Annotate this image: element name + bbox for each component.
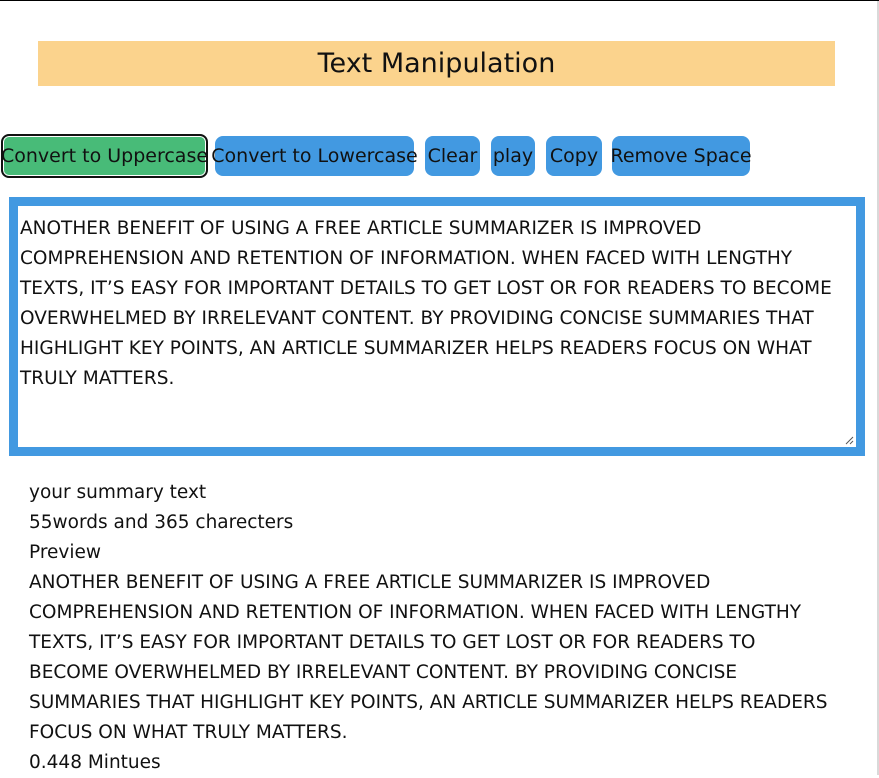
- preview-text: ANOTHER BENEFIT OF USING A FREE ARTICLE …: [29, 572, 828, 743]
- resize-grip-icon[interactable]: [844, 435, 854, 445]
- page: Text Manipulation Convert to Uppercase C…: [0, 0, 879, 775]
- text-editor-frame: ANOTHER BENEFIT OF USING A FREE ARTICLE …: [9, 197, 865, 456]
- text-editor-value[interactable]: ANOTHER BENEFIT OF USING A FREE ARTICLE …: [20, 218, 832, 389]
- convert-lowercase-button[interactable]: Convert to Lowercase: [211, 136, 418, 176]
- text-editor[interactable]: ANOTHER BENEFIT OF USING A FREE ARTICLE …: [18, 206, 856, 447]
- clear-button[interactable]: Clear: [425, 136, 480, 176]
- preview-label: Preview: [29, 542, 102, 563]
- word-char-count: 55words and 365 charecters: [29, 512, 294, 533]
- convert-uppercase-button[interactable]: Convert to Uppercase: [1, 134, 208, 178]
- page-title-text: Text Manipulation: [317, 48, 556, 79]
- summary-panel: your summary text 55words and 365 charec…: [29, 478, 829, 778]
- page-title: Text Manipulation: [38, 41, 835, 86]
- play-button[interactable]: play: [491, 136, 535, 176]
- copy-button[interactable]: Copy: [546, 136, 602, 176]
- summary-heading: your summary text: [29, 482, 207, 503]
- remove-space-button[interactable]: Remove Space: [610, 136, 752, 176]
